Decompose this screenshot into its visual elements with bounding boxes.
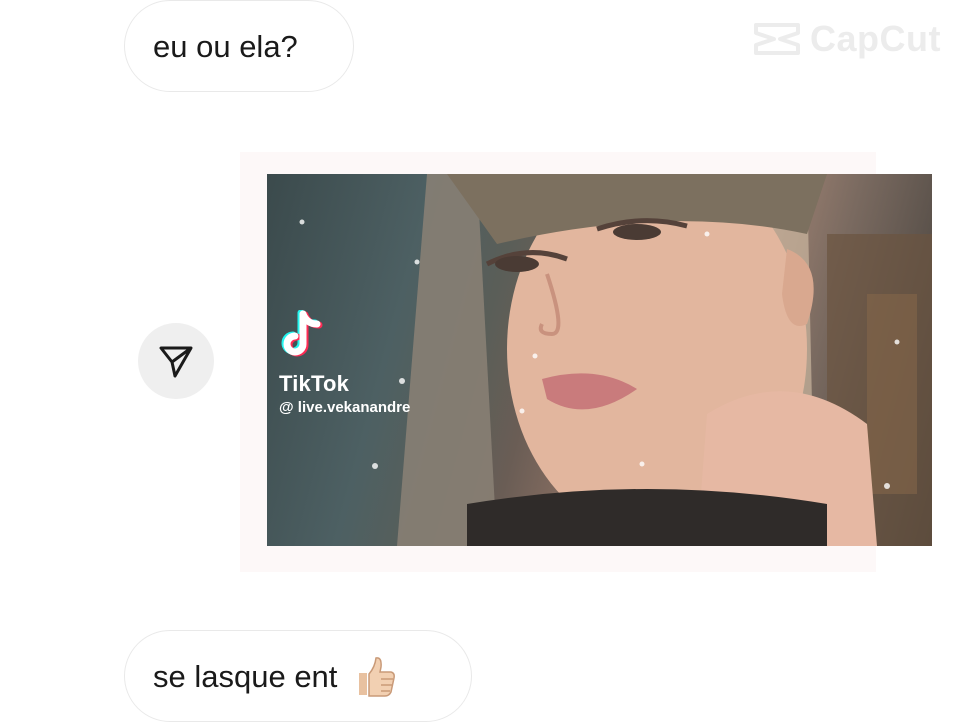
message-bubble[interactable]: eu ou ela? [124, 0, 354, 92]
share-button[interactable] [138, 323, 214, 399]
thumbs-up-emoji-icon [359, 657, 396, 697]
tiktok-note-icon [281, 309, 323, 357]
send-arrow-icon [159, 346, 193, 378]
shared-video-thumbnail[interactable]: TikTok @ live.vekanandre [267, 174, 932, 546]
message-text: se lasque ent [153, 658, 338, 694]
watermark-text: CapCut [810, 18, 941, 59]
tiktok-brand-label: TikTok [279, 371, 350, 396]
capcut-watermark: CapCut [752, 18, 941, 60]
message-text: eu ou ela? [153, 28, 298, 64]
tiktok-handle: @ live.vekanandre [279, 399, 411, 416]
tiktok-overlay: TikTok @ live.vekanandre [279, 309, 411, 416]
message-bubble[interactable]: se lasque ent [124, 630, 472, 722]
capcut-logo-icon [754, 23, 800, 55]
